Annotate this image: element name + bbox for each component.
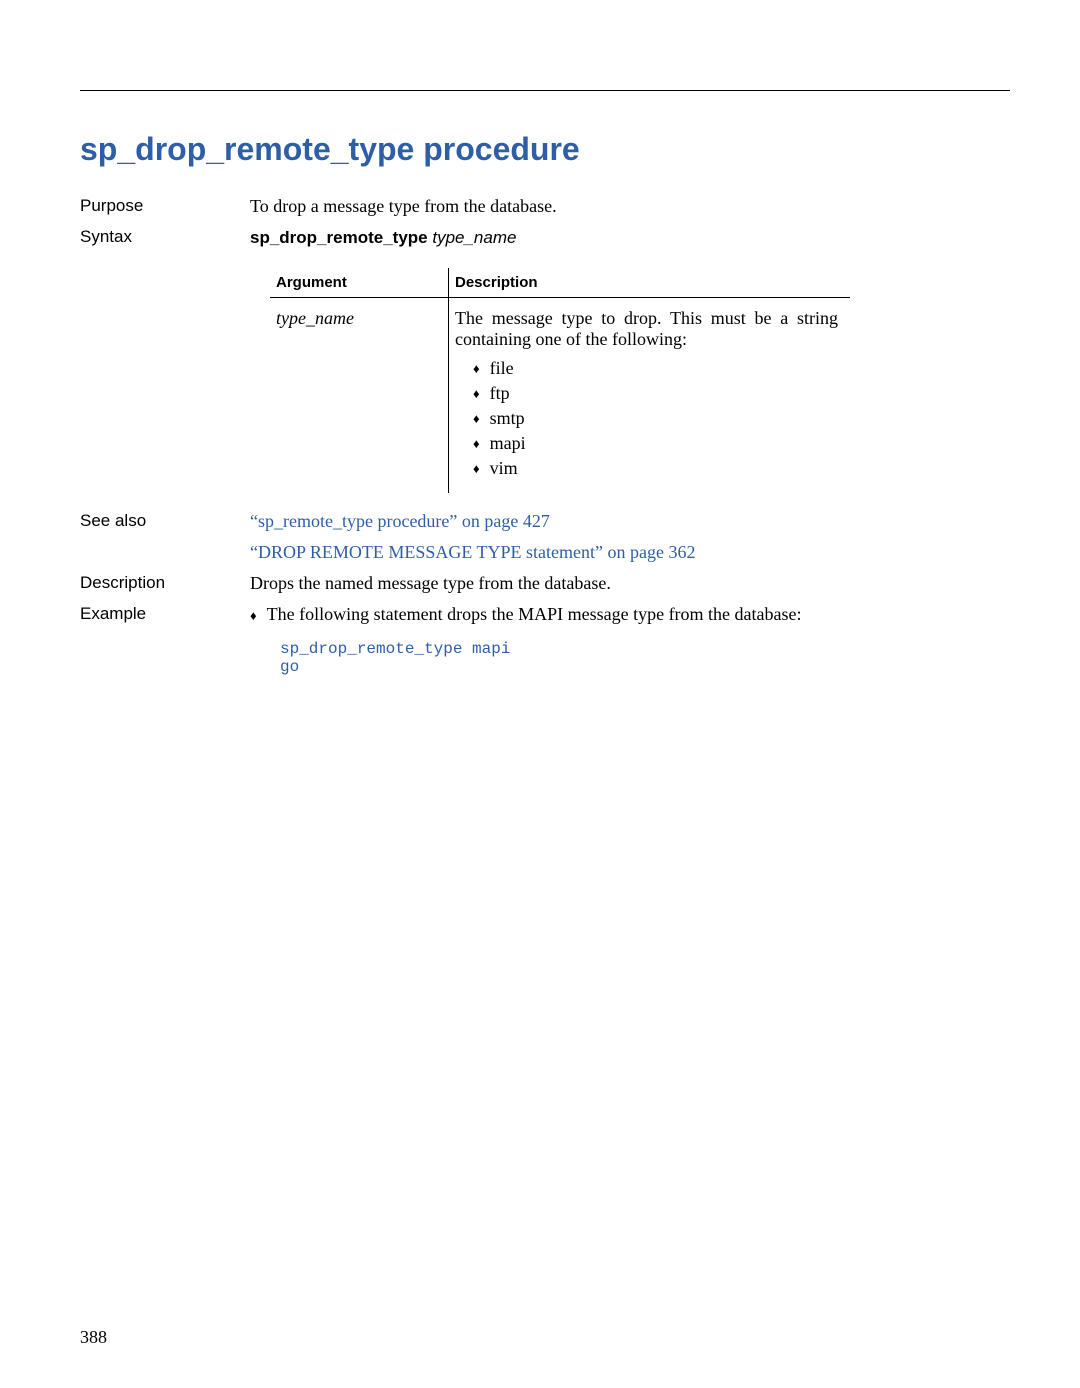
list-item: file bbox=[473, 358, 838, 379]
seealso-link-1[interactable]: “sp_remote_type procedure” on page 427 bbox=[250, 511, 550, 531]
th-argument: Argument bbox=[270, 268, 449, 298]
td-description: The message type to drop. This must be a… bbox=[449, 298, 851, 494]
label-purpose: Purpose bbox=[80, 196, 250, 216]
description-text: Drops the named message type from the da… bbox=[250, 573, 1010, 594]
list-item: ftp bbox=[473, 383, 838, 404]
type-list: file ftp smtp mapi vim bbox=[455, 358, 838, 479]
seealso-link-2[interactable]: “DROP REMOTE MESSAGE TYPE statement” on … bbox=[250, 542, 695, 562]
syntax-command: sp_drop_remote_type bbox=[250, 228, 432, 247]
row-purpose: Purpose To drop a message type from the … bbox=[80, 196, 1010, 217]
label-syntax: Syntax bbox=[80, 227, 250, 247]
list-item: smtp bbox=[473, 408, 838, 429]
label-description: Description bbox=[80, 573, 250, 593]
syntax-argument: type_name bbox=[432, 228, 516, 247]
example-intro: The following statement drops the MAPI m… bbox=[267, 604, 802, 625]
bullet-icon: ♦ bbox=[250, 604, 257, 628]
example-code: sp_drop_remote_type mapi go bbox=[280, 640, 1010, 676]
row-description: Description Drops the named message type… bbox=[80, 573, 1010, 594]
row-syntax: Syntax sp_drop_remote_type type_name Arg… bbox=[80, 227, 1010, 493]
example-bullet: ♦ The following statement drops the MAPI… bbox=[250, 604, 1010, 628]
list-item: mapi bbox=[473, 433, 838, 454]
syntax-line: sp_drop_remote_type type_name bbox=[250, 228, 516, 247]
row-seealso: See also “sp_remote_type procedure” on p… bbox=[80, 511, 1010, 563]
header-rule bbox=[80, 90, 1010, 91]
purpose-text: To drop a message type from the database… bbox=[250, 196, 1010, 217]
desc-intro: The message type to drop. This must be a… bbox=[455, 308, 838, 349]
label-seealso: See also bbox=[80, 511, 250, 531]
table-row: type_name The message type to drop. This… bbox=[270, 298, 850, 494]
row-example: Example ♦ The following statement drops … bbox=[80, 604, 1010, 676]
th-description: Description bbox=[449, 268, 851, 298]
page-number: 388 bbox=[80, 1327, 107, 1348]
list-item: vim bbox=[473, 458, 838, 479]
page-title: sp_drop_remote_type procedure bbox=[80, 131, 1010, 168]
argument-table: Argument Description type_name The messa… bbox=[270, 268, 850, 493]
td-arg-name: type_name bbox=[270, 298, 449, 494]
label-example: Example bbox=[80, 604, 250, 624]
